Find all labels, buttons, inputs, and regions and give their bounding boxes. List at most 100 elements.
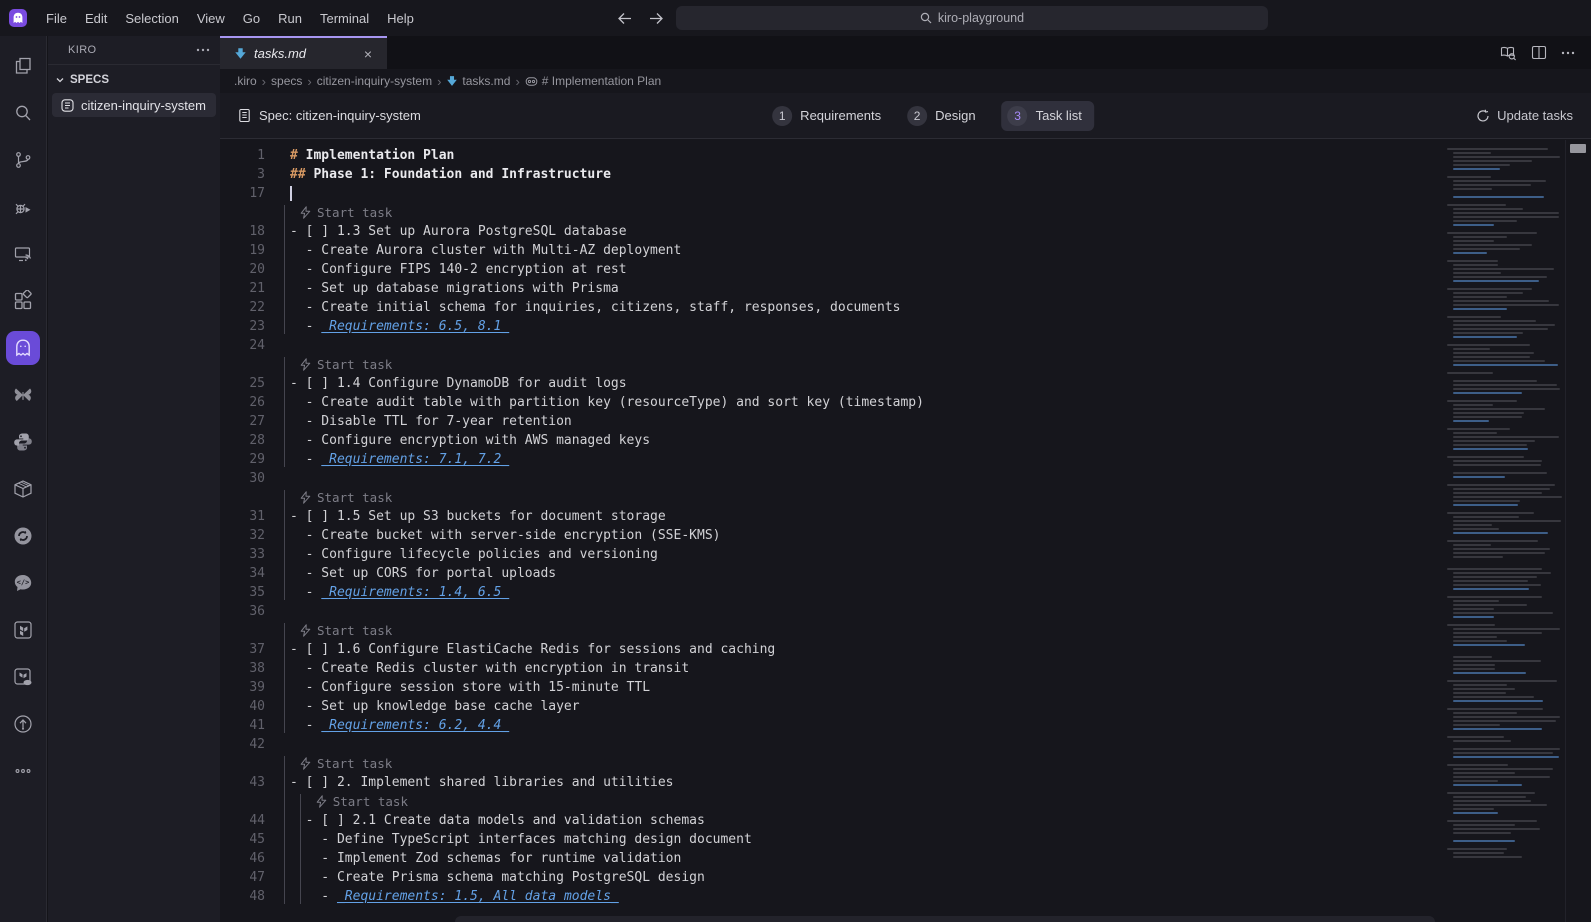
minimap-line: [1453, 180, 1546, 182]
step-design[interactable]: 2 Design: [907, 105, 976, 126]
breadcrumb-item[interactable]: citizen-inquiry-system: [317, 74, 432, 88]
minimap-line: [1453, 800, 1531, 802]
terraform-cloud-icon[interactable]: [6, 660, 40, 694]
activity-bar: </>: [0, 36, 47, 922]
minimap-line: [1453, 188, 1492, 190]
container-icon[interactable]: [6, 472, 40, 506]
terraform-icon[interactable]: [6, 613, 40, 647]
menu-file[interactable]: File: [37, 0, 76, 36]
editor-more-icon[interactable]: [1561, 50, 1575, 56]
scrollbar[interactable]: [1565, 140, 1591, 922]
minimap-line: [1453, 684, 1507, 686]
line-number: 1: [257, 148, 265, 163]
minimap-line: [1453, 448, 1528, 450]
extensions-icon[interactable]: [6, 284, 40, 318]
sidebar-more-icon[interactable]: [196, 47, 210, 53]
remote-explorer-icon[interactable]: [6, 237, 40, 271]
minimap-line: [1447, 540, 1538, 542]
start-task-codelens[interactable]: Start task: [220, 203, 1435, 222]
sidebar-item-citizen-inquiry-system[interactable]: citizen-inquiry-system: [52, 93, 216, 117]
markdown-icon: [446, 75, 458, 87]
minimap-line: [1453, 700, 1543, 702]
start-task-codelens[interactable]: Start task: [220, 621, 1435, 640]
code-line: 23 - _Requirements: 6.5, 8.1_: [220, 317, 1435, 336]
python-icon[interactable]: [6, 425, 40, 459]
minimap-line: [1453, 552, 1545, 554]
line-number: 25: [249, 376, 265, 391]
minimap-line: [1453, 420, 1489, 422]
step-task-list[interactable]: 3 Task list: [1001, 100, 1094, 131]
close-icon[interactable]: ×: [359, 45, 377, 63]
menu-selection[interactable]: Selection: [116, 0, 187, 36]
start-task-codelens[interactable]: Start task: [220, 792, 1435, 811]
minimap-line: [1453, 584, 1541, 586]
text-cursor: [290, 186, 292, 201]
run-debug-icon[interactable]: [6, 190, 40, 224]
butterfly-icon[interactable]: [6, 378, 40, 412]
minimap-line: [1453, 328, 1548, 330]
start-task-codelens[interactable]: Start task: [220, 488, 1435, 507]
code-line: 29 - _Requirements: 7.1, 7.2_: [220, 450, 1435, 469]
minimap-line: [1453, 168, 1500, 170]
menu-terminal[interactable]: Terminal: [311, 0, 378, 36]
minimap-line: [1453, 856, 1522, 858]
search-icon[interactable]: [6, 96, 40, 130]
code-line: 46 - Implement Zod schemas for runtime v…: [220, 849, 1435, 868]
tab-tasks-md[interactable]: tasks.md ×: [220, 36, 387, 69]
back-arrow-icon[interactable]: [615, 9, 633, 27]
command-search-input[interactable]: kiro-playground: [676, 6, 1268, 30]
split-editor-icon[interactable]: [1531, 45, 1547, 60]
explorer-icon[interactable]: [6, 49, 40, 83]
minimap-line: [1453, 244, 1532, 246]
more-icon[interactable]: [6, 754, 40, 788]
update-tasks-button[interactable]: Update tasks: [1476, 108, 1573, 123]
code-line: 3 ## Phase 1: Foundation and Infrastructu…: [220, 165, 1435, 184]
minimap-line: [1453, 756, 1559, 758]
menu-edit[interactable]: Edit: [76, 0, 116, 36]
code-editor[interactable]: 1 # Implementation Plan 3 ## Phase 1: Found…: [220, 140, 1435, 922]
source-control-icon[interactable]: [6, 143, 40, 177]
minimap-line: [1447, 400, 1517, 402]
line-number: 38: [249, 661, 265, 676]
open-preview-icon[interactable]: [1500, 45, 1517, 61]
code-line: 34 - Set up CORS for portal uploads: [220, 564, 1435, 583]
minimap-line: [1453, 840, 1515, 842]
git-arrow-icon[interactable]: [6, 707, 40, 741]
minimap-line: [1453, 380, 1537, 382]
minimap-line: [1453, 636, 1497, 638]
menu-run[interactable]: Run: [269, 0, 311, 36]
sidebar: KIRO SPECS citizen-inquiry-system: [48, 36, 220, 922]
minimap-line: [1453, 472, 1547, 474]
step-requirements[interactable]: 1 Requirements: [772, 105, 881, 126]
menu-go[interactable]: Go: [234, 0, 269, 36]
minimap-line: [1453, 280, 1539, 282]
minimap-line: [1447, 260, 1498, 262]
minimap-line: [1453, 600, 1499, 602]
scrollbar-thumb[interactable]: [1570, 144, 1586, 153]
breadcrumb-item[interactable]: specs: [271, 74, 302, 88]
sidebar-section-specs[interactable]: SPECS: [48, 68, 220, 92]
code-line: 33 - Configure lifecycle policies and ve…: [220, 545, 1435, 564]
minimap-line: [1453, 768, 1553, 770]
minimap-line: [1453, 640, 1507, 642]
code-chat-icon[interactable]: </>: [6, 566, 40, 600]
code-area: 1 # Implementation Plan 3 ## Phase 1: Found…: [220, 140, 1591, 922]
line-number: 29: [249, 452, 265, 467]
breadcrumb-item[interactable]: .kiro: [234, 74, 257, 88]
minimap[interactable]: [1435, 140, 1565, 922]
minimap-line: [1453, 692, 1506, 694]
breadcrumb-item[interactable]: tasks.md: [446, 74, 510, 88]
minimap-line: [1453, 612, 1553, 614]
forward-arrow-icon[interactable]: [647, 9, 665, 27]
start-task-codelens[interactable]: Start task: [220, 754, 1435, 773]
kiro-ghost-icon[interactable]: [6, 331, 40, 365]
breadcrumb-item[interactable]: # Implementation Plan: [525, 74, 661, 88]
sync-icon[interactable]: [6, 519, 40, 553]
minimap-line: [1453, 660, 1541, 662]
minimap-line: [1447, 428, 1510, 430]
minimap-line: [1453, 360, 1545, 362]
menu-view[interactable]: View: [188, 0, 234, 36]
minimap-line: [1453, 520, 1561, 522]
start-task-codelens[interactable]: Start task: [220, 355, 1435, 374]
menu-help[interactable]: Help: [378, 0, 423, 36]
